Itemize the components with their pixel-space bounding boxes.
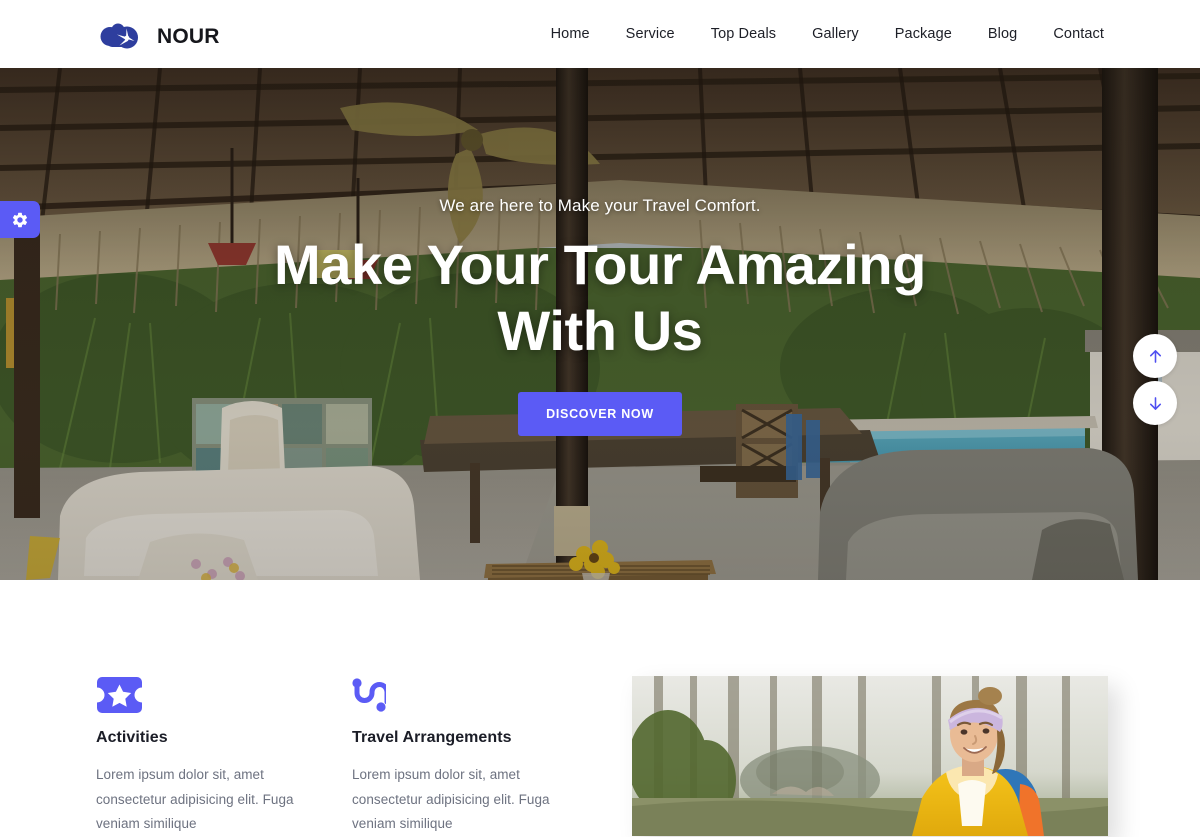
feature-image-card <box>632 676 1108 836</box>
hero-section: We are here to Make your Travel Comfort.… <box>0 68 1200 580</box>
feature-card-travel-arrangements: Travel Arrangements Lorem ipsum dolor si… <box>352 676 584 837</box>
feature-card-activities: Activities Lorem ipsum dolor sit, amet c… <box>96 676 328 837</box>
route-path-icon <box>352 678 386 712</box>
nav-item-blog[interactable]: Blog <box>970 26 1035 42</box>
brand-logo-link[interactable]: NOUR <box>96 22 220 52</box>
discover-now-button[interactable]: DISCOVER NOW <box>518 392 682 437</box>
hero-slider-controls <box>1133 334 1177 425</box>
gear-icon <box>12 212 28 227</box>
nav-item-top-deals[interactable]: Top Deals <box>693 26 794 42</box>
feature-title: Travel Arrangements <box>352 729 512 746</box>
nav-item-service[interactable]: Service <box>608 26 693 42</box>
cloud-plane-logo-icon <box>100 23 138 49</box>
nav-item-gallery[interactable]: Gallery <box>794 26 877 42</box>
nav-item-package[interactable]: Package <box>877 26 970 42</box>
scroll-up-button[interactable] <box>1133 334 1177 378</box>
hero-overlay <box>0 68 1200 580</box>
ticket-star-icon <box>97 677 142 713</box>
feature-title: Activities <box>96 729 168 746</box>
site-header: NOUR Home Service Top Deals Gallery Pack… <box>0 0 1200 68</box>
main-navigation: Home Service Top Deals Gallery Package B… <box>533 0 1104 68</box>
nav-item-contact[interactable]: Contact <box>1035 26 1104 42</box>
settings-tab-button[interactable] <box>0 201 40 238</box>
arrow-down-icon <box>1149 396 1161 410</box>
hiker-photo <box>632 676 1108 836</box>
arrow-up-icon <box>1149 349 1161 363</box>
nav-item-home[interactable]: Home <box>533 26 608 42</box>
brand-name: NOUR <box>157 25 220 48</box>
scroll-down-button[interactable] <box>1133 381 1177 425</box>
